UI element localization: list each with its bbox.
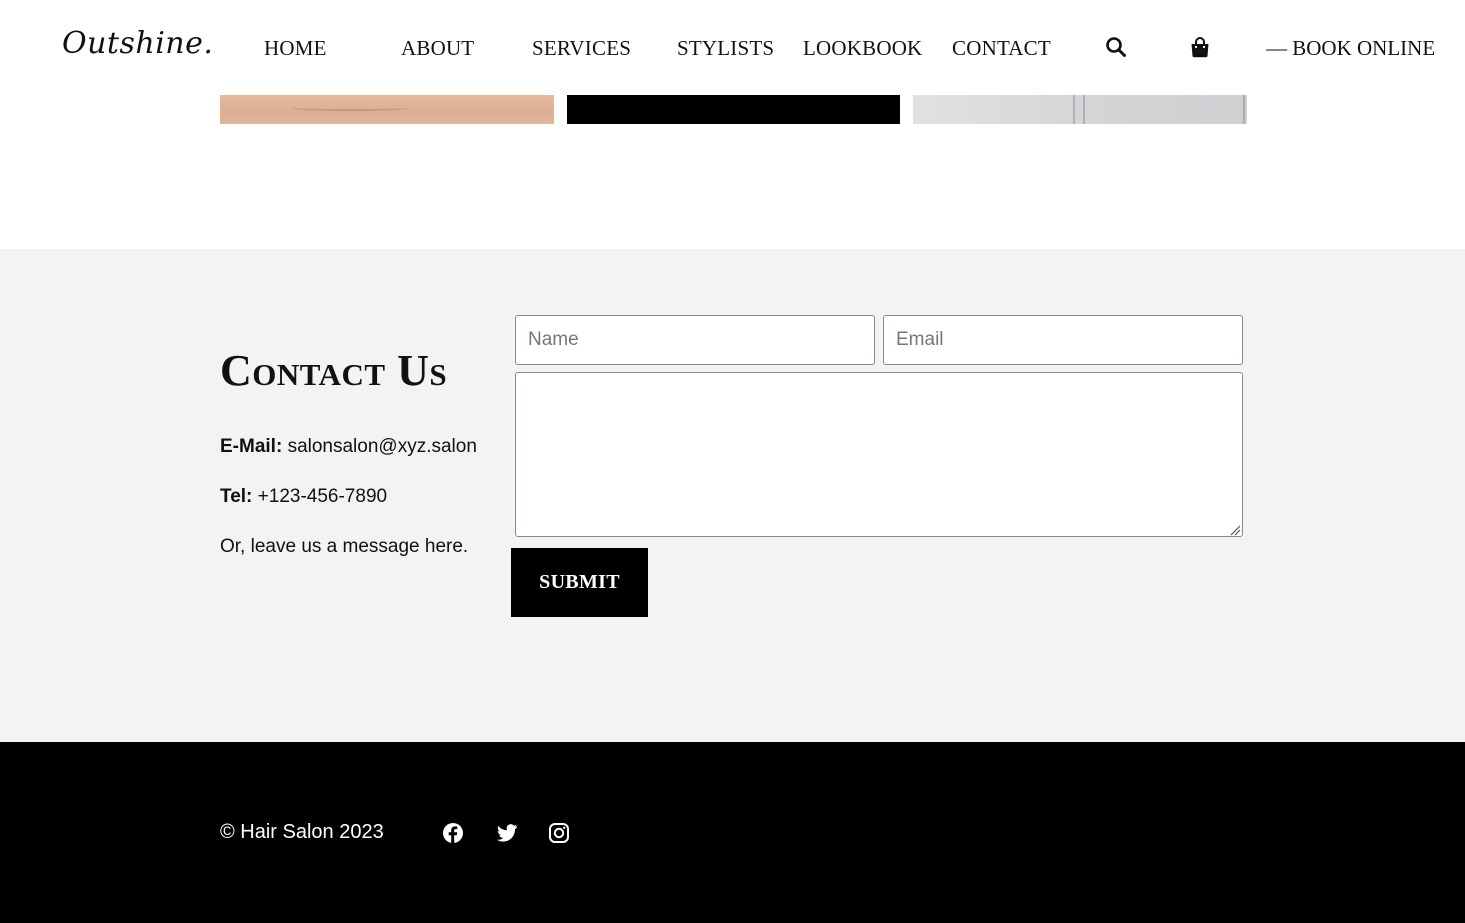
search-icon[interactable] bbox=[1104, 35, 1128, 59]
email-value: salonsalon@xyz.salon bbox=[287, 436, 477, 457]
nav-home[interactable]: HOME bbox=[264, 36, 327, 61]
name-field[interactable] bbox=[515, 315, 875, 365]
site-footer: © Hair Salon 2023 bbox=[0, 742, 1465, 923]
gallery-image-dark bbox=[567, 95, 900, 124]
email-field[interactable] bbox=[883, 315, 1243, 365]
email-label: E-Mail: bbox=[220, 436, 283, 457]
twitter-icon[interactable] bbox=[496, 822, 518, 844]
site-logo[interactable]: Outshine. bbox=[62, 26, 213, 61]
contact-note: Or, leave us a message here. bbox=[220, 536, 469, 557]
facebook-icon[interactable] bbox=[442, 822, 464, 844]
nav-contact[interactable]: CONTACT bbox=[952, 36, 1051, 61]
nav-about[interactable]: ABOUT bbox=[401, 36, 474, 61]
tel-label: Tel: bbox=[220, 486, 253, 507]
nav-services[interactable]: SERVICES bbox=[532, 36, 631, 61]
contact-title: Contact Us bbox=[220, 346, 448, 395]
shopping-bag-icon[interactable] bbox=[1188, 35, 1212, 59]
submit-button[interactable]: SUBMIT bbox=[511, 548, 648, 617]
nav-lookbook[interactable]: LOOKBOOK bbox=[803, 36, 922, 61]
gallery-image-fabric bbox=[913, 95, 1247, 124]
tel-value: +123-456-7890 bbox=[257, 486, 388, 507]
message-field[interactable] bbox=[515, 372, 1243, 537]
gallery-image-skin bbox=[220, 95, 554, 124]
instagram-icon[interactable] bbox=[548, 822, 570, 844]
contact-email: E-Mail: salonsalon@xyz.salon bbox=[220, 436, 477, 458]
contact-tel: Tel: +123-456-7890 bbox=[220, 486, 387, 508]
book-online-link[interactable]: — BOOK ONLINE bbox=[1266, 36, 1435, 61]
contact-section: Contact Us E-Mail: salonsalon@xyz.salon … bbox=[0, 249, 1465, 742]
site-header: Outshine. HOME ABOUT SERVICES STYLISTS L… bbox=[0, 0, 1465, 95]
nav-stylists[interactable]: STYLISTS bbox=[677, 36, 774, 61]
copyright-text: © Hair Salon 2023 bbox=[220, 821, 384, 843]
